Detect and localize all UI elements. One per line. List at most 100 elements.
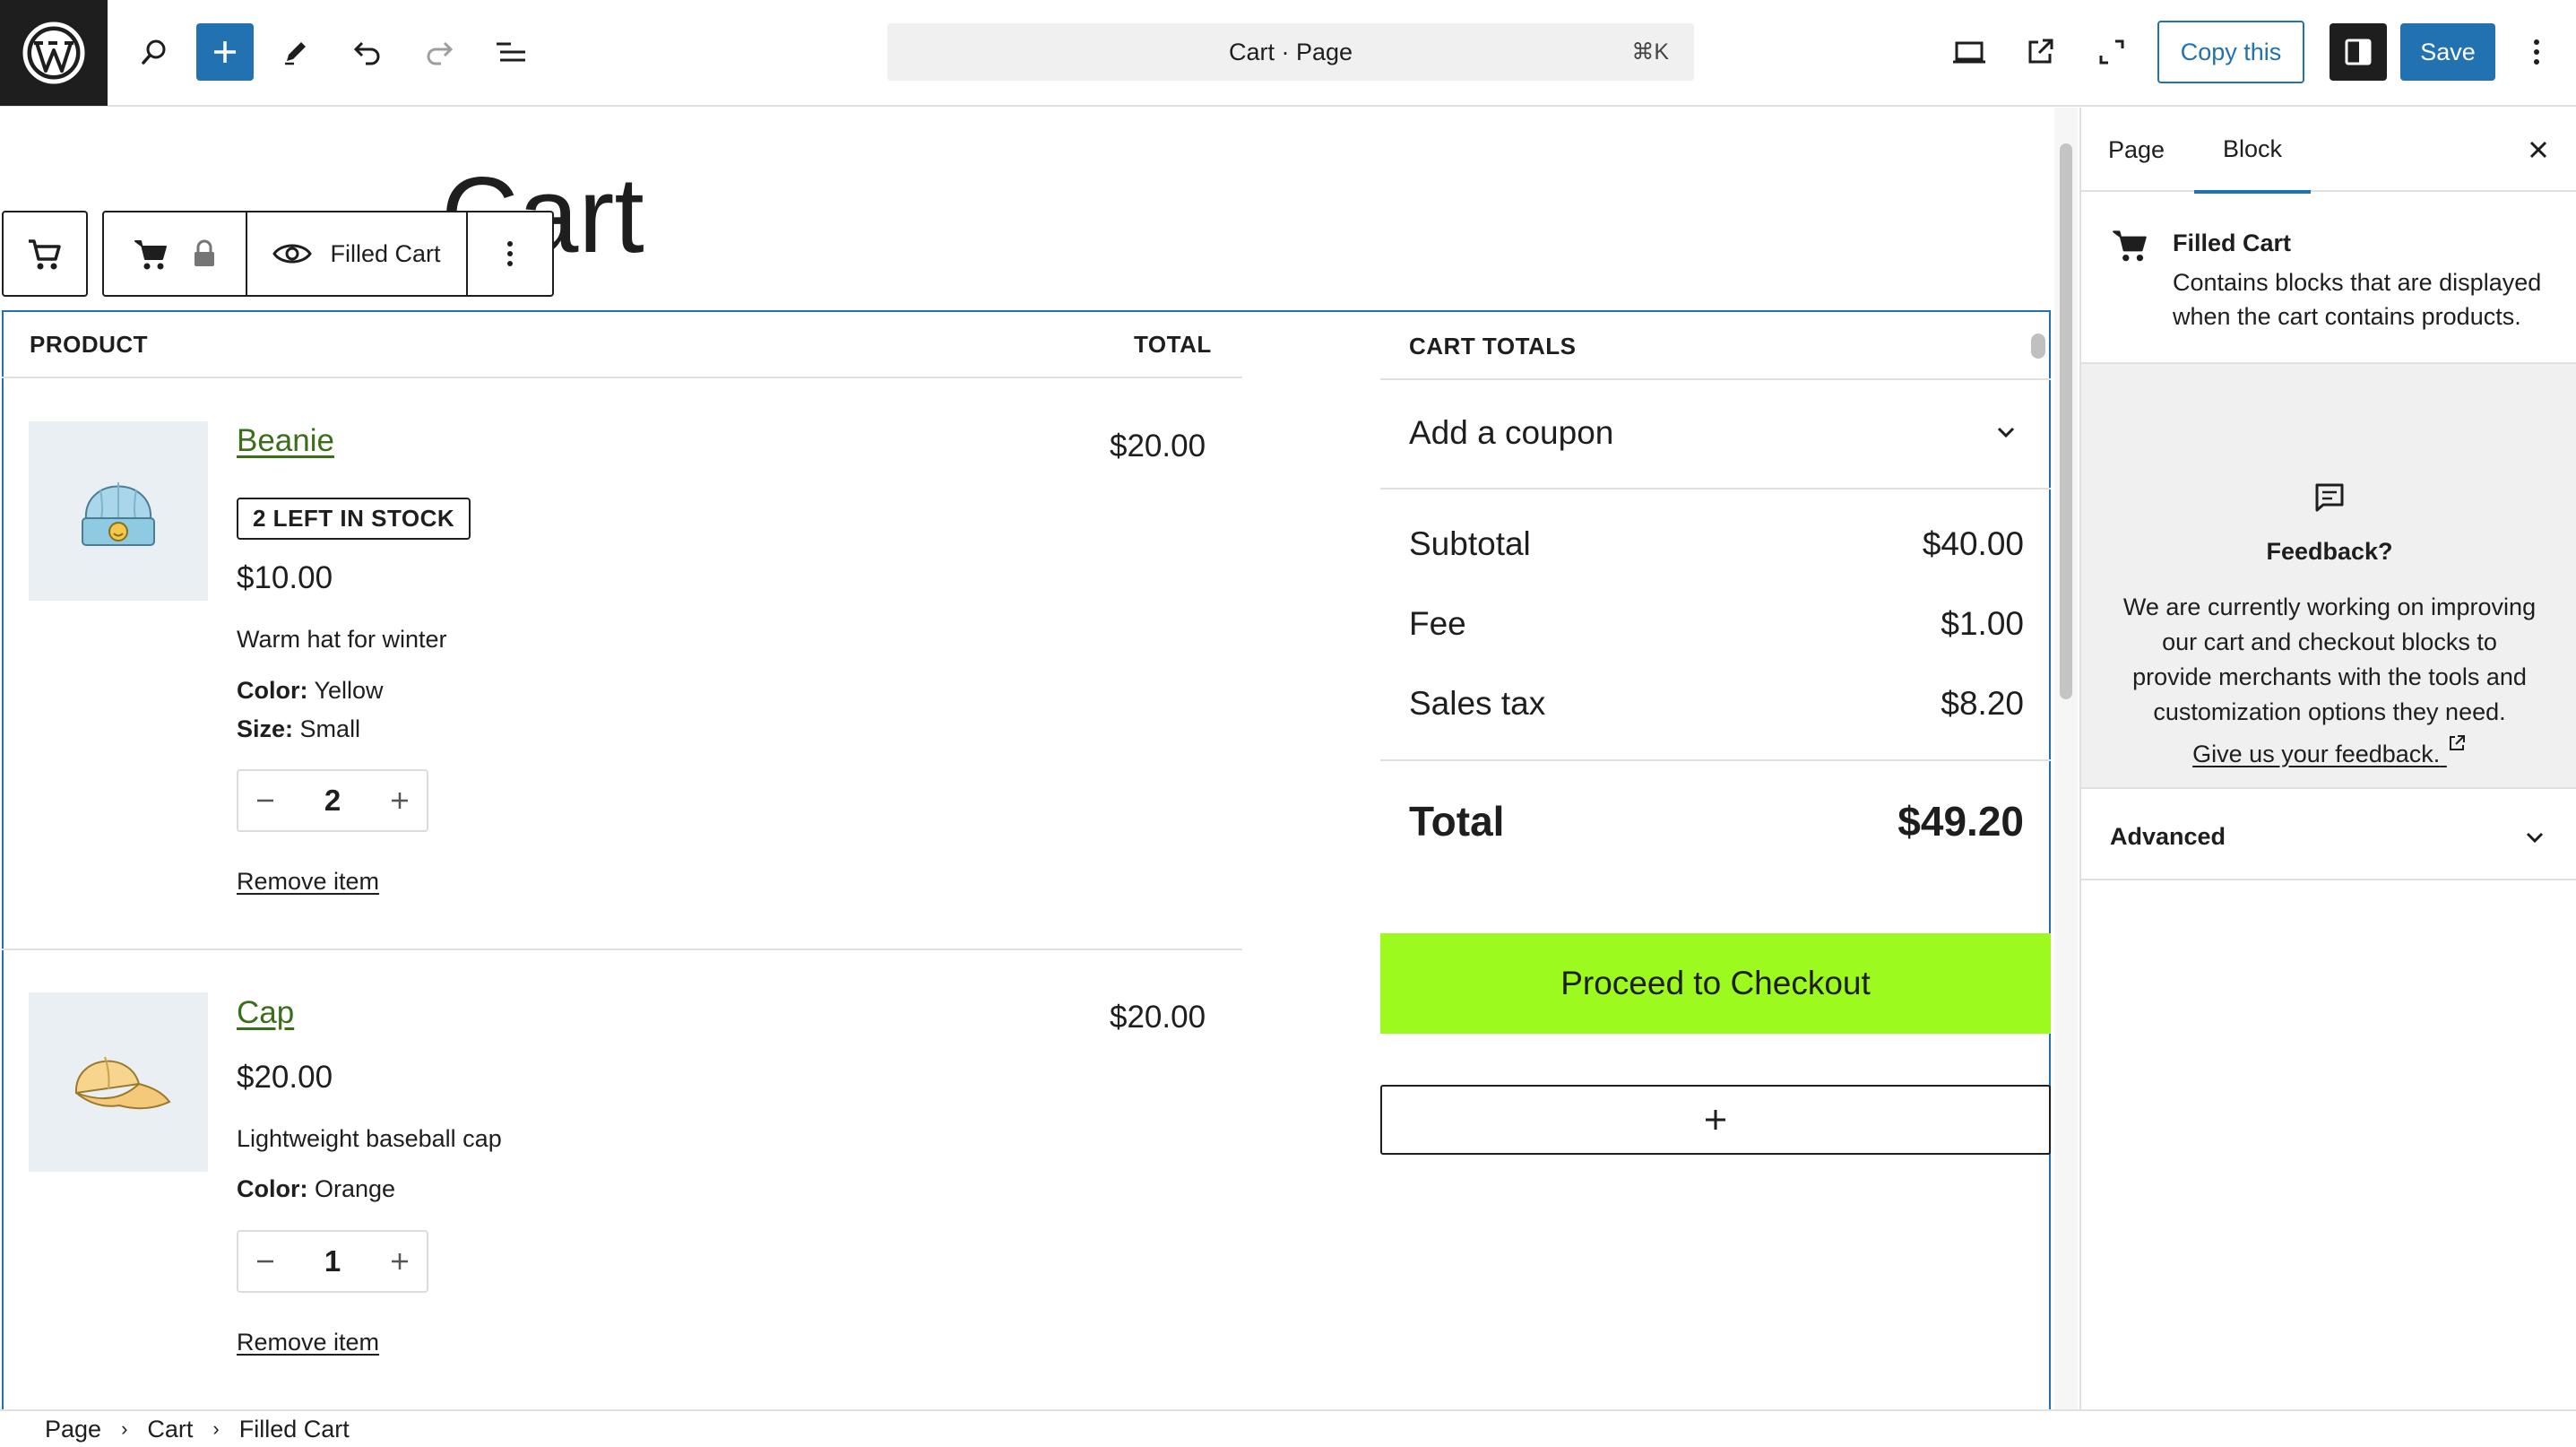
select-parent-cart-button[interactable] xyxy=(2,211,88,297)
fee-row: Fee $1.00 xyxy=(1409,605,2024,643)
line-total: $20.00 xyxy=(1110,429,1206,464)
breadcrumb-item-cart[interactable]: Cart xyxy=(147,1416,193,1443)
sales-tax-label: Sales tax xyxy=(1409,685,1546,722)
feedback-title: Feedback? xyxy=(2266,538,2393,565)
quantity-value[interactable]: 2 xyxy=(324,784,341,818)
cap-image-icon xyxy=(74,1056,171,1110)
product-description: Lightweight baseball cap xyxy=(237,1125,502,1152)
product-name-link[interactable]: Beanie xyxy=(237,423,334,459)
fee-label: Fee xyxy=(1409,605,1466,642)
block-appender-button[interactable] xyxy=(1380,1085,2051,1155)
divider xyxy=(1380,759,2051,761)
divider xyxy=(2,949,1242,950)
quantity-stepper: 1 xyxy=(237,1230,428,1293)
chevron-right-icon: › xyxy=(212,1417,220,1440)
vertical-ellipsis-icon xyxy=(507,241,513,266)
settings-sidebar: Page Block Filled Cart Contains blocks t… xyxy=(2079,108,2576,1409)
tab-page[interactable]: Page xyxy=(2108,108,2165,192)
tab-block[interactable]: Block xyxy=(2194,108,2312,194)
total-value: $49.20 xyxy=(1897,798,2024,845)
block-card-description: Contains blocks that are displayed when … xyxy=(2173,269,2542,330)
document-title: Cart · Page xyxy=(1228,38,1353,65)
fee-value: $1.00 xyxy=(1941,605,2024,642)
feedback-comment-icon xyxy=(2315,483,2344,512)
pencil-tools-icon[interactable] xyxy=(267,23,324,81)
remove-item-link[interactable]: Remove item xyxy=(237,1329,379,1356)
redo-icon[interactable] xyxy=(411,23,468,81)
add-coupon-toggle[interactable]: Add a coupon xyxy=(1409,414,2024,452)
product-description: Warm hat for winter xyxy=(237,626,447,653)
editor-top-toolbar: Cart · Page ⌘K Copy this Save xyxy=(0,0,2576,107)
canvas-scrollbar-thumb[interactable] xyxy=(2060,143,2072,699)
block-toolbar-label: Filled Cart xyxy=(330,239,441,267)
view-switcher[interactable]: Filled Cart xyxy=(246,212,466,295)
product-name-link[interactable]: Cap xyxy=(237,995,294,1031)
view-page-external-icon[interactable] xyxy=(2011,23,2069,81)
wordpress-logo-icon[interactable] xyxy=(0,0,108,106)
settings-sidebar-toggle[interactable] xyxy=(2330,23,2387,81)
feedback-link-label[interactable]: Give us your feedback. xyxy=(2192,741,2440,767)
cart-outline-icon xyxy=(29,239,61,270)
search-icon[interactable] xyxy=(125,23,183,81)
external-link-icon xyxy=(2449,735,2465,750)
divider xyxy=(1380,488,2051,490)
summary-scrollbar[interactable] xyxy=(2031,334,2045,359)
block-card-title: Filled Cart xyxy=(2173,230,2292,256)
minus-icon[interactable] xyxy=(251,786,280,815)
remove-item-link[interactable]: Remove item xyxy=(237,868,379,896)
add-block-button[interactable] xyxy=(196,23,254,81)
eye-icon xyxy=(272,244,313,264)
product-price: $20.00 xyxy=(237,1060,333,1095)
subtotal-row: Subtotal $40.00 xyxy=(1409,525,2024,563)
shortcut-hint: ⌘K xyxy=(1631,39,1669,65)
total-row: Total $49.20 xyxy=(1409,797,2024,845)
cart-icon xyxy=(134,240,167,270)
block-toolbar-main: Filled Cart xyxy=(102,211,554,297)
cart-icon xyxy=(2113,230,2147,262)
cart-totals-header: CART TOTALS xyxy=(1409,333,1577,360)
block-card: Filled Cart Contains blocks that are dis… xyxy=(2081,194,2576,364)
advanced-panel-toggle[interactable]: Advanced xyxy=(2081,791,2576,880)
minus-icon[interactable] xyxy=(251,1247,280,1276)
plus-icon xyxy=(1706,1110,1725,1130)
undo-icon[interactable] xyxy=(339,23,396,81)
breadcrumb-item-page[interactable]: Page xyxy=(45,1416,101,1443)
proceed-to-checkout-button[interactable]: Proceed to Checkout xyxy=(1380,933,2051,1034)
block-type-switcher[interactable] xyxy=(104,212,246,295)
desktop-preview-icon[interactable] xyxy=(1941,23,1998,81)
product-attribute-color: Color: Yellow xyxy=(237,677,384,704)
beanie-image-icon xyxy=(82,482,155,546)
breadcrumb-item-filled-cart[interactable]: Filled Cart xyxy=(239,1416,350,1443)
line-total: $20.00 xyxy=(1110,1000,1206,1035)
plus-icon[interactable] xyxy=(385,786,414,815)
fullscreen-icon[interactable] xyxy=(2083,23,2140,81)
subtotal-label: Subtotal xyxy=(1409,525,1531,562)
block-options-button[interactable] xyxy=(466,212,552,295)
save-button[interactable]: Save xyxy=(2400,23,2495,81)
sales-tax-value: $8.20 xyxy=(1941,685,2024,722)
plus-icon[interactable] xyxy=(385,1247,414,1276)
cap-thumbnail xyxy=(29,992,208,1172)
copy-this-button[interactable]: Copy this xyxy=(2157,21,2304,83)
close-icon[interactable] xyxy=(2520,132,2556,168)
product-attribute-color: Color: Orange xyxy=(237,1175,396,1202)
feedback-panel: Feedback? We are currently working on im… xyxy=(2081,364,2576,789)
product-column-header: PRODUCT xyxy=(30,331,149,358)
chevron-down-icon xyxy=(1997,427,2015,438)
total-column-header: TOTAL xyxy=(1134,331,1212,358)
command-palette-bar[interactable]: Cart · Page ⌘K xyxy=(887,23,1694,81)
divider xyxy=(2,377,1242,378)
chevron-right-icon: › xyxy=(121,1417,128,1440)
lock-icon xyxy=(194,239,214,266)
quantity-value[interactable]: 1 xyxy=(324,1244,341,1278)
feedback-text: We are currently working on improving ou… xyxy=(2122,594,2537,725)
product-attribute-size: Size: Small xyxy=(237,715,361,742)
subtotal-value: $40.00 xyxy=(1922,525,2024,562)
more-options-icon[interactable] xyxy=(2510,23,2563,81)
quantity-stepper: 2 xyxy=(237,769,428,832)
product-price: $10.00 xyxy=(237,560,333,595)
editor-canvas: Cart Filled Cart PRODUCT TOTAL xyxy=(0,108,2053,1410)
advanced-label: Advanced xyxy=(2110,823,2226,850)
document-overview-icon[interactable] xyxy=(482,23,540,81)
feedback-link[interactable]: Give us your feedback. xyxy=(2081,733,2576,768)
